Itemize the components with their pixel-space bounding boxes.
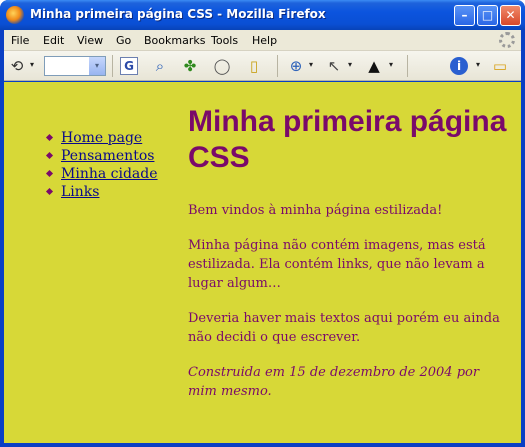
book-icon[interactable]: ▯ <box>244 56 264 76</box>
combo-arrow-icon[interactable]: ▾ <box>89 57 105 75</box>
pointer-dropdown-icon[interactable]: ▾ <box>348 60 352 69</box>
description-paragraph: Minha página não contém imagens, mas est… <box>188 238 486 291</box>
menu-go[interactable]: Go <box>116 34 131 47</box>
nav-link-pensamentos[interactable]: Pensamentos <box>61 148 154 164</box>
menu-bookmarks[interactable]: Bookmarks <box>144 34 205 47</box>
title-bar[interactable]: Minha primeira página CSS - Mozilla Fire… <box>0 0 525 30</box>
toolbar: ⟲ ▾ ▾ G ⌕ ✤ ◯ ▯ ⊕ ▾ ↖ ▾ ▲ ▾ i ▾ ▭ <box>4 51 521 81</box>
nav-item: Home page <box>44 129 158 147</box>
nav-item: Pensamentos <box>44 147 158 165</box>
folder-icon[interactable]: ▭ <box>490 56 510 76</box>
window-frame-right <box>521 30 525 447</box>
back-dropdown-icon[interactable]: ▾ <box>30 60 34 69</box>
zoom-dropdown-icon[interactable]: ▾ <box>309 60 313 69</box>
clover-icon[interactable]: ✤ <box>180 56 200 76</box>
menu-file[interactable]: File <box>11 34 29 47</box>
nav-item: Links <box>44 183 158 201</box>
nav-link-minha-cidade[interactable]: Minha cidade <box>61 166 158 182</box>
main-content: Minha primeira página CSS Bem vindos à m… <box>188 104 508 401</box>
close-button[interactable]: ✕ <box>500 5 521 26</box>
zoom-icon[interactable]: ⊕ <box>286 56 306 76</box>
toolbar-separator <box>112 55 113 77</box>
window-title: Minha primeira página CSS - Mozilla Fire… <box>30 7 326 21</box>
toolbar-separator <box>277 55 278 77</box>
welcome-paragraph: Bem vindos à minha página estilizada! <box>188 203 443 218</box>
find-icon[interactable]: ⌕ <box>150 56 170 76</box>
menu-bar: File Edit View Go Bookmarks Tools Help <box>4 30 521 51</box>
window-frame-bottom <box>0 443 525 447</box>
graduation-cap-icon[interactable]: ▲ <box>364 56 384 76</box>
browser-window: Minha primeira página CSS - Mozilla Fire… <box>0 0 525 447</box>
maximize-button[interactable]: □ <box>477 5 498 26</box>
nav-link-links[interactable]: Links <box>61 184 99 200</box>
pointer-icon[interactable]: ↖ <box>324 56 344 76</box>
info-dropdown-icon[interactable]: ▾ <box>476 60 480 69</box>
menu-help[interactable]: Help <box>252 34 277 47</box>
menu-view[interactable]: View <box>77 34 103 47</box>
page-content: Home page Pensamentos Minha cidade Links… <box>4 82 521 443</box>
firefox-icon <box>6 6 24 24</box>
google-icon[interactable]: G <box>120 57 138 75</box>
back-icon[interactable]: ⟲ <box>7 56 27 76</box>
more-text-paragraph: Deveria haver mais textos aqui porém eu … <box>188 311 500 345</box>
throbber-icon <box>499 32 515 48</box>
menu-tools[interactable]: Tools <box>211 34 238 47</box>
navigation-menu: Home page Pensamentos Minha cidade Links <box>44 129 158 201</box>
menu-edit[interactable]: Edit <box>43 34 64 47</box>
nav-item: Minha cidade <box>44 165 158 183</box>
toolbar-separator <box>407 55 408 77</box>
combo-box[interactable]: ▾ <box>44 56 106 76</box>
page-heading: Minha primeira página CSS <box>188 105 507 174</box>
minimize-button[interactable]: – <box>454 5 475 26</box>
signature-text: Construida em 15 de dezembro de 2004 por… <box>188 365 480 399</box>
info-icon[interactable]: i <box>450 57 468 75</box>
nav-link-home-page[interactable]: Home page <box>61 130 142 146</box>
cap-dropdown-icon[interactable]: ▾ <box>389 60 393 69</box>
speech-bubble-icon[interactable]: ◯ <box>212 56 232 76</box>
window-frame-left <box>0 30 4 447</box>
